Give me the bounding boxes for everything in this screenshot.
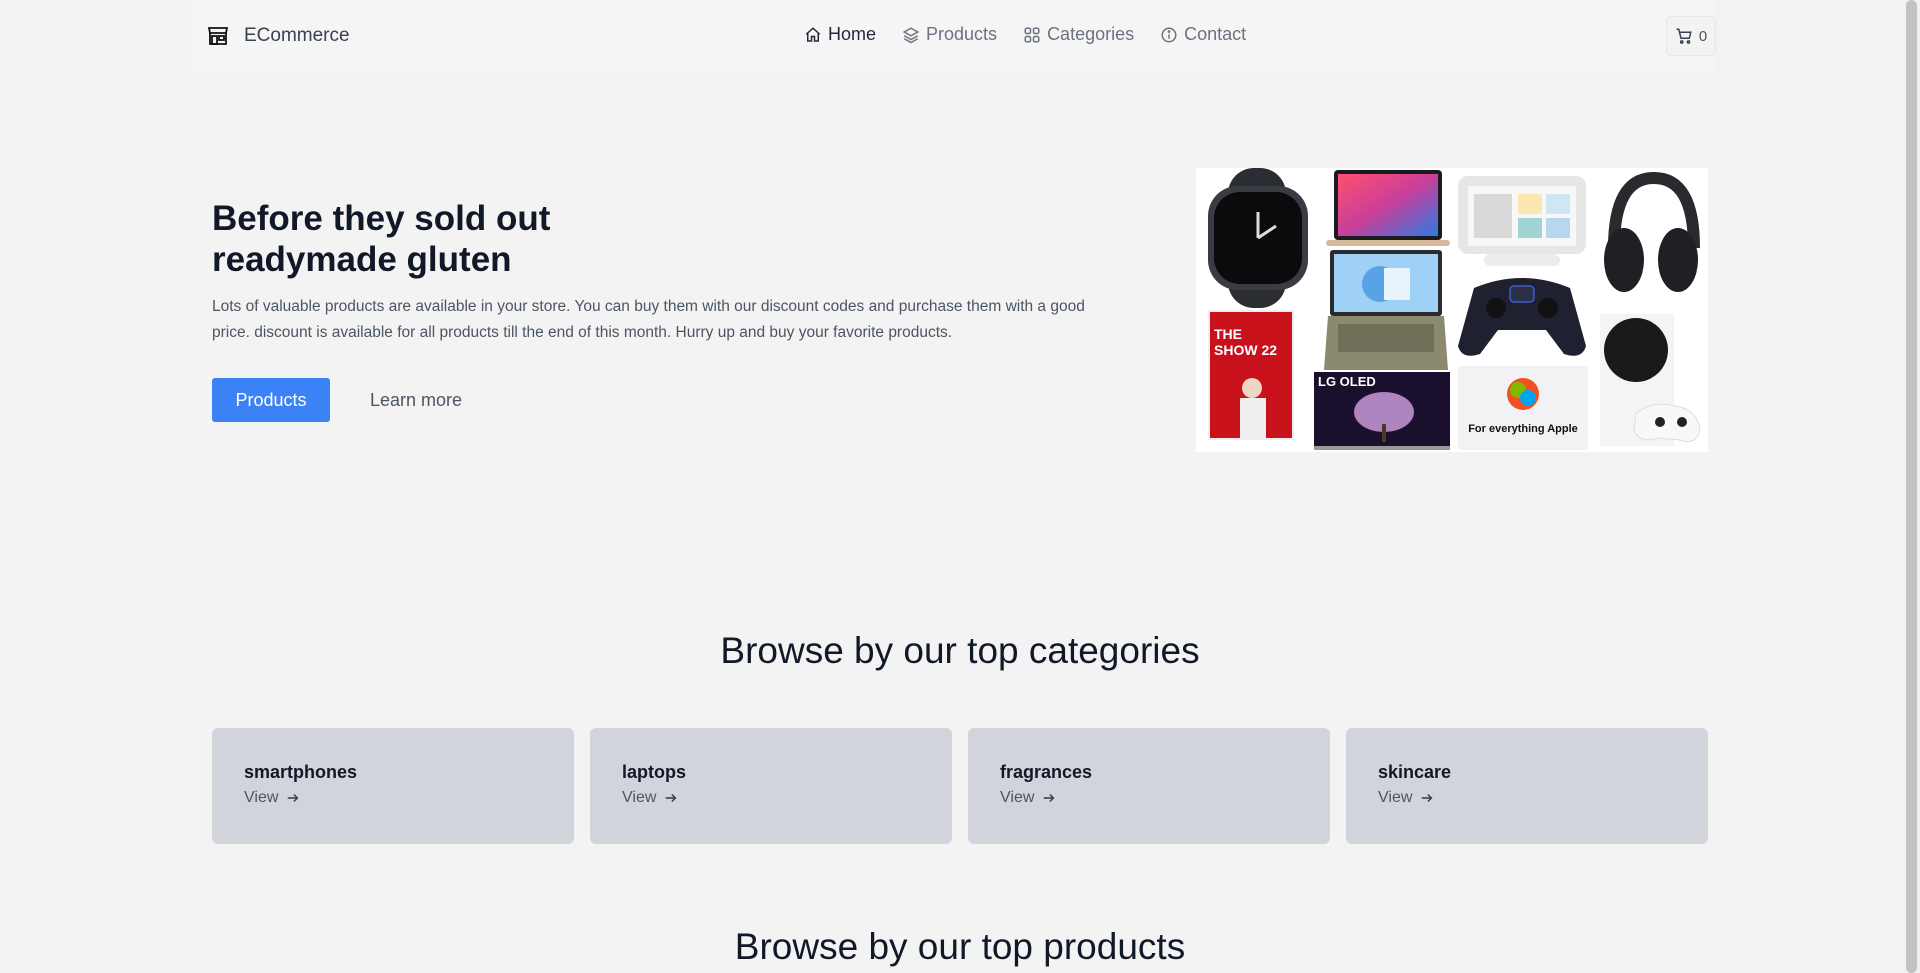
arrow-right-icon <box>288 793 299 803</box>
smart-display-image <box>1454 172 1590 268</box>
nav-products[interactable]: Products <box>902 24 997 45</box>
category-name: smartphones <box>244 762 358 782</box>
categories-heading: Browse by our top categories <box>720 630 1200 671</box>
category-view-label: View <box>1000 789 1035 806</box>
nav-products-label: Products <box>926 24 998 44</box>
site-header: ECommerce Home Products Categories Conta… <box>190 0 1716 72</box>
category-view-label: View <box>622 789 657 806</box>
console-image <box>1596 310 1704 450</box>
laptop-macbook-image <box>1326 168 1450 250</box>
smartwatch-image <box>1198 168 1318 308</box>
learn-more-link[interactable]: Learn more <box>370 390 462 411</box>
category-card-smartphones[interactable]: smartphones View <box>212 728 574 844</box>
scrollbar[interactable] <box>1903 0 1920 973</box>
products-button[interactable]: Products <box>212 378 330 422</box>
layers-icon <box>902 26 920 43</box>
scrollbar-thumb[interactable] <box>1906 0 1917 973</box>
nav-categories[interactable]: Categories <box>1023 24 1134 45</box>
hero-product-collage: THE SHOW 22 LG OLED For everything Apple <box>1196 168 1708 452</box>
hero-description: Lots of valuable products are available … <box>212 298 1085 341</box>
main-nav: Home Products Categories Contact <box>804 24 1246 45</box>
category-name: laptops <box>622 762 687 782</box>
arrow-right-icon <box>1422 793 1433 803</box>
arrow-right-icon <box>666 793 677 803</box>
store-icon <box>207 27 229 45</box>
hero-title-line1: Before they sold out <box>212 199 551 238</box>
category-view-label: View <box>244 789 279 806</box>
category-name: fragrances <box>1000 762 1093 782</box>
hero-title-line2: readymade gluten <box>212 240 512 279</box>
category-card-fragrances[interactable]: fragrances View <box>968 728 1330 844</box>
category-view-link[interactable]: View <box>622 789 920 807</box>
nav-home[interactable]: Home <box>804 24 876 45</box>
nav-contact[interactable]: Contact <box>1160 24 1246 45</box>
nav-categories-label: Categories <box>1047 24 1135 44</box>
laptop-windows-image <box>1324 250 1448 370</box>
tv-image: LG OLED <box>1314 372 1450 450</box>
apple-gift-card-image: For everything Apple <box>1458 366 1588 450</box>
grid-icon <box>1024 27 1040 42</box>
cart-count: 0 <box>1698 27 1708 45</box>
category-name: skincare <box>1378 762 1452 782</box>
products-heading: Browse by our top products <box>734 926 1186 967</box>
brand[interactable]: ECommerce <box>206 24 350 48</box>
category-view-link[interactable]: View <box>1378 789 1676 807</box>
arrow-right-icon <box>1044 793 1055 803</box>
category-view-label: View <box>1378 789 1413 806</box>
cart-button[interactable]: 0 <box>1666 16 1716 56</box>
game-cover-title: THE SHOW 22 <box>1214 326 1278 358</box>
nav-contact-label: Contact <box>1184 24 1247 44</box>
game-cover-image: THE SHOW 22 <box>1208 310 1294 440</box>
category-view-link[interactable]: View <box>244 789 542 807</box>
category-view-link[interactable]: View <box>1000 789 1298 807</box>
nav-home-label: Home <box>828 24 877 44</box>
category-card-laptops[interactable]: laptops View <box>590 728 952 844</box>
home-icon <box>805 26 821 42</box>
info-icon <box>1161 27 1177 42</box>
headphones-image <box>1594 168 1706 306</box>
hero-title: Before they sold out readymade gluten <box>212 198 812 280</box>
game-controller-image <box>1454 268 1590 362</box>
apple-card-label: For everything Apple <box>1468 423 1578 435</box>
category-card-skincare[interactable]: skincare View <box>1346 728 1708 844</box>
brand-name: ECommerce <box>244 25 350 46</box>
cart-icon <box>1676 28 1692 44</box>
